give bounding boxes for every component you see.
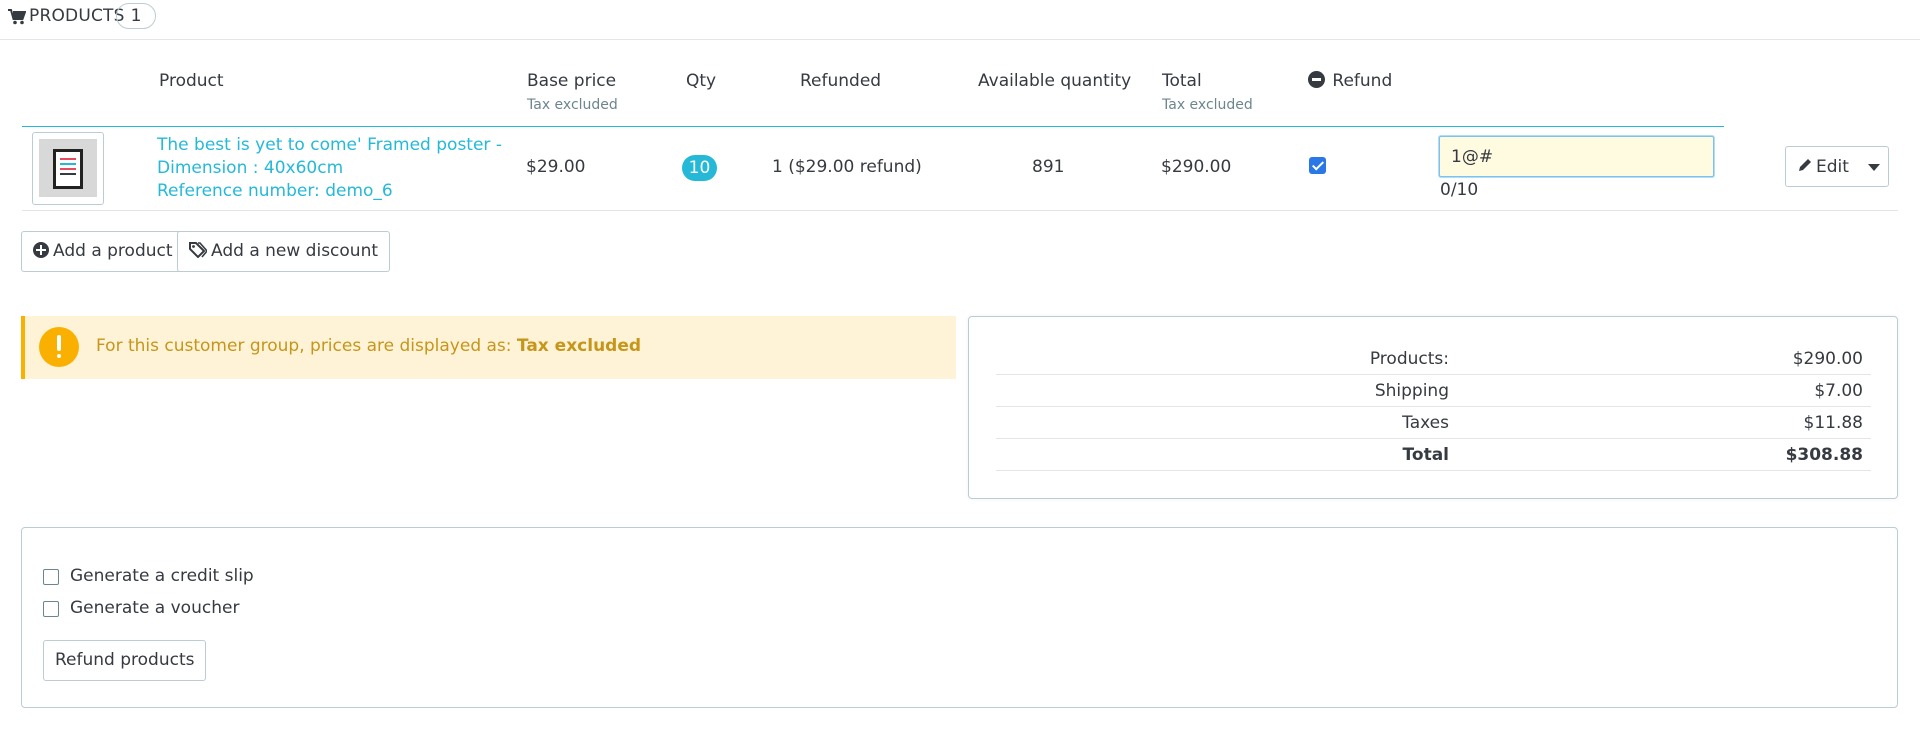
order-totals-panel: Products: $290.00 Shipping $7.00 Taxes $… — [968, 316, 1898, 499]
totals-shipping-value: $7.00 — [1814, 381, 1863, 401]
product-total: $290.00 — [1161, 157, 1232, 177]
column-product: Product — [159, 71, 224, 91]
edit-button[interactable]: Edit — [1785, 146, 1889, 187]
product-available-quantity: 891 — [1032, 157, 1065, 177]
minus-circle-icon — [1308, 71, 1325, 88]
add-discount-button[interactable]: Add a new discount — [177, 231, 391, 272]
alert-message: For this customer group, prices are disp… — [96, 336, 641, 356]
column-available-quantity: Available quantity — [978, 71, 1132, 91]
column-refunded: Refunded — [800, 71, 882, 91]
totals-row-total: Total $308.88 — [996, 439, 1871, 471]
totals-taxes-value: $11.88 — [1803, 413, 1863, 433]
refund-quantity-input[interactable] — [1439, 136, 1714, 177]
add-product-button[interactable]: Add a product — [21, 231, 185, 272]
totals-taxes-label: Taxes — [1402, 413, 1449, 433]
column-total-sub: Tax excluded — [1162, 97, 1253, 113]
products-panel-header: PRODUCTS 1 — [0, 0, 1920, 40]
column-total-label: Total — [1162, 71, 1202, 91]
caret-down-icon[interactable] — [1868, 164, 1880, 171]
shopping-cart-icon — [8, 9, 26, 25]
totals-shipping-label: Shipping — [1374, 381, 1449, 401]
totals-products-label: Products: — [1369, 349, 1449, 369]
totals-total-label: Total — [1402, 445, 1449, 465]
column-total: Total Tax excluded — [1162, 71, 1253, 113]
products-table-header: Product Base price Tax excluded Qty Refu… — [22, 66, 1724, 127]
add-product-label: Add a product — [53, 241, 173, 261]
refund-quantity-counter: 0/10 — [1440, 180, 1479, 200]
column-base-price-label: Base price — [527, 71, 617, 91]
refund-products-button[interactable]: Refund products — [43, 640, 207, 681]
product-reference[interactable]: Reference number: demo_6 — [157, 180, 502, 203]
tags-icon — [189, 242, 207, 258]
poster-frame-icon — [53, 149, 83, 189]
voucher-label[interactable]: Generate a voucher — [70, 598, 239, 618]
edit-button-label: Edit — [1816, 157, 1849, 177]
product-base-price: $29.00 — [526, 157, 586, 177]
column-refund: Refund — [1308, 71, 1392, 91]
product-name-link[interactable]: The best is yet to come' Framed poster -… — [157, 134, 502, 203]
product-name-line2[interactable]: Dimension : 40x60cm — [157, 157, 502, 180]
alert-text: For this customer group, prices are disp… — [96, 336, 517, 356]
table-row: The best is yet to come' Framed poster -… — [22, 127, 1898, 211]
exclamation-circle-icon — [39, 327, 79, 367]
product-qty-badge: 10 — [682, 155, 717, 181]
product-name-line1[interactable]: The best is yet to come' Framed poster - — [157, 134, 502, 157]
refund-options-panel: Generate a credit slip Generate a vouche… — [21, 527, 1898, 708]
alert-emphasis: Tax excluded — [516, 336, 642, 356]
product-refunded: 1 ($29.00 refund) — [772, 157, 922, 177]
column-base-price-sub: Tax excluded — [527, 97, 618, 113]
panel-title: PRODUCTS — [29, 6, 125, 26]
column-qty: Qty — [686, 71, 717, 91]
product-thumbnail[interactable] — [32, 132, 104, 205]
column-base-price: Base price Tax excluded — [527, 71, 618, 113]
totals-products-value: $290.00 — [1792, 349, 1863, 369]
tax-display-alert: For this customer group, prices are disp… — [21, 316, 956, 379]
add-discount-label: Add a new discount — [211, 241, 379, 261]
totals-row-taxes: Taxes $11.88 — [996, 407, 1871, 439]
credit-slip-label[interactable]: Generate a credit slip — [70, 566, 254, 586]
plus-circle-icon — [33, 242, 49, 258]
pencil-icon — [1799, 159, 1811, 171]
refund-checkbox[interactable] — [1309, 157, 1326, 174]
credit-slip-checkbox[interactable] — [43, 569, 59, 585]
totals-row-shipping: Shipping $7.00 — [996, 375, 1871, 407]
totals-row-products: Products: $290.00 — [996, 343, 1871, 375]
column-refund-label: Refund — [1332, 71, 1393, 91]
voucher-checkbox[interactable] — [43, 601, 59, 617]
product-image — [39, 139, 97, 197]
product-count-badge: 1 — [116, 3, 156, 29]
totals-total-value: $308.88 — [1785, 445, 1863, 465]
